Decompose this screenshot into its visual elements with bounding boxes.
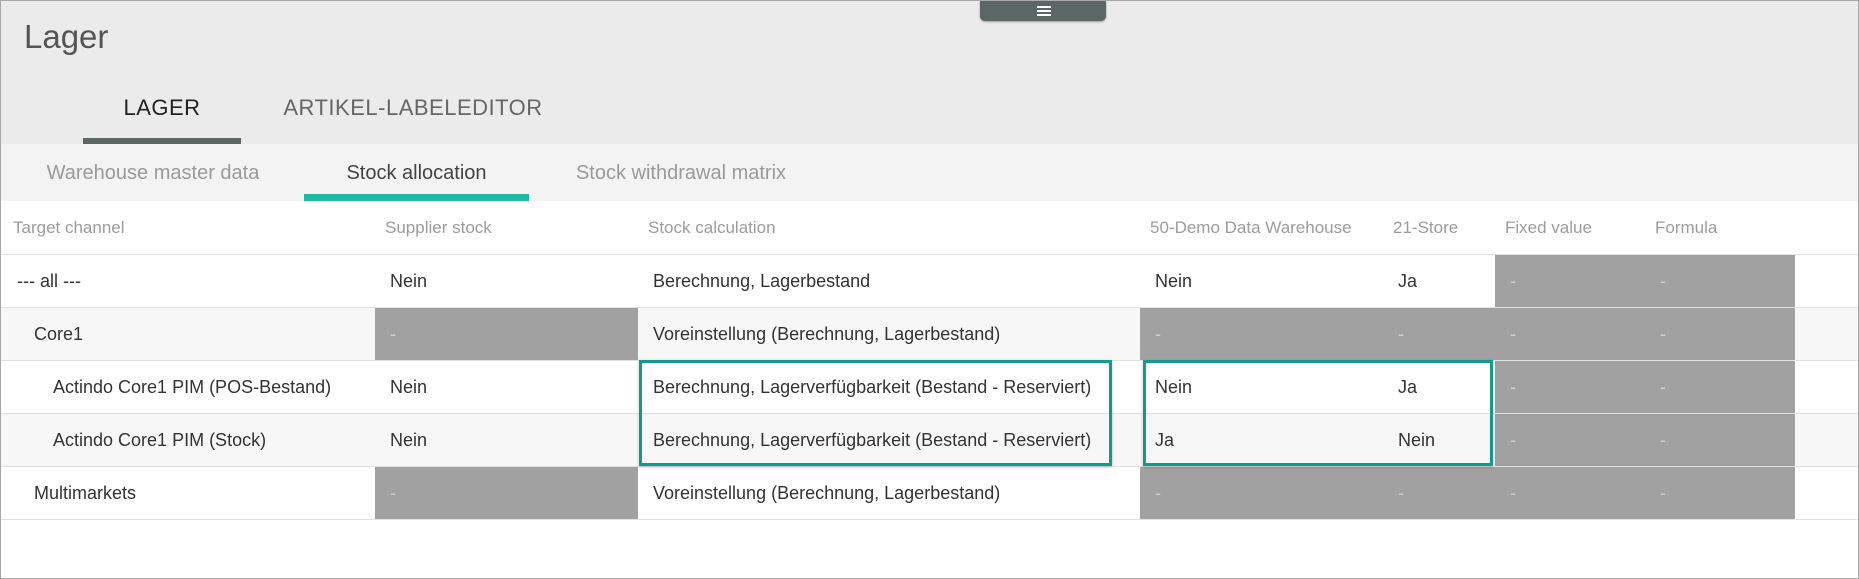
cell-demo-data-warehouse[interactable]: Ja <box>1140 414 1383 466</box>
column-header-fixed-value: Fixed value <box>1505 218 1592 237</box>
cell-target-channel: Actindo Core1 PIM (POS-Bestand) <box>53 377 332 397</box>
cell-demo-data-warehouse[interactable]: Nein <box>1140 361 1383 413</box>
tab-artikel-labeleditor[interactable]: ARTIKEL-LABELEDITOR <box>283 93 543 123</box>
cell-demo-data-warehouse: - <box>1140 308 1383 360</box>
tab-stock-allocation[interactable]: Stock allocation <box>304 161 529 185</box>
active-sub-tab-indicator <box>304 194 529 201</box>
page-title: Lager <box>24 18 109 55</box>
cell-stock-calculation[interactable]: Berechnung, Lagerverfügbarkeit (Bestand … <box>638 414 1140 466</box>
cell-formula: - <box>1645 255 1795 307</box>
cell-supplier-stock: - <box>375 308 638 360</box>
table-row[interactable]: Core1 - Voreinstellung (Berechnung, Lage… <box>1 308 1858 361</box>
cell-formula: - <box>1645 467 1795 519</box>
table-row[interactable]: Actindo Core1 PIM (POS-Bestand) Nein Ber… <box>1 361 1858 414</box>
tab-stock-withdrawal-matrix[interactable]: Stock withdrawal matrix <box>561 161 801 185</box>
stock-allocation-table: Target channel Supplier stock Stock calc… <box>1 201 1858 520</box>
cell-fixed-value: - <box>1495 414 1645 466</box>
cell-demo-data-warehouse[interactable]: Nein <box>1140 255 1383 307</box>
cell-fixed-value: - <box>1495 255 1645 307</box>
cell-supplier-stock[interactable]: Nein <box>375 361 638 413</box>
column-header-store: 21-Store <box>1393 218 1459 237</box>
cell-store: - <box>1383 308 1495 360</box>
cell-stock-calculation[interactable]: Berechnung, Lagerbestand <box>638 255 1140 307</box>
cell-supplier-stock[interactable]: Nein <box>375 414 638 466</box>
sub-tab-bar: Warehouse master data Stock allocation S… <box>1 144 1858 201</box>
cell-target-channel: Actindo Core1 PIM (Stock) <box>53 430 267 450</box>
column-header-formula: Formula <box>1655 218 1718 237</box>
cell-demo-data-warehouse: - <box>1140 467 1383 519</box>
page-header: Lager LAGER ARTIKEL-LABELEDITOR <box>1 1 1858 144</box>
cell-fixed-value: - <box>1495 361 1645 413</box>
app-frame: Lager LAGER ARTIKEL-LABELEDITOR Warehous… <box>0 0 1859 579</box>
cell-store[interactable]: Ja <box>1383 255 1495 307</box>
table-header: Target channel Supplier stock Stock calc… <box>1 201 1858 255</box>
cell-fixed-value: - <box>1495 308 1645 360</box>
cell-stock-calculation[interactable]: Berechnung, Lagerverfügbarkeit (Bestand … <box>638 361 1140 413</box>
cell-supplier-stock: - <box>375 467 638 519</box>
cell-formula: - <box>1645 308 1795 360</box>
hamburger-menu-icon[interactable] <box>980 1 1106 21</box>
column-header-target-channel: Target channel <box>13 218 125 237</box>
cell-supplier-stock[interactable]: Nein <box>375 255 638 307</box>
column-header-demo-data-warehouse: 50-Demo Data Warehouse <box>1150 218 1352 237</box>
cell-formula: - <box>1645 414 1795 466</box>
cell-fixed-value: - <box>1495 467 1645 519</box>
column-header-stock-calculation: Stock calculation <box>648 218 776 237</box>
cell-target-channel: Core1 <box>34 324 84 344</box>
column-header-supplier-stock: Supplier stock <box>385 218 492 237</box>
cell-store[interactable]: Nein <box>1383 414 1495 466</box>
tab-warehouse-master-data[interactable]: Warehouse master data <box>31 161 275 185</box>
cell-stock-calculation[interactable]: Voreinstellung (Berechnung, Lagerbestand… <box>638 308 1140 360</box>
table-row[interactable]: Actindo Core1 PIM (Stock) Nein Berechnun… <box>1 414 1858 467</box>
cell-target-channel: --- all --- <box>17 271 81 291</box>
table-row[interactable]: Multimarkets - Voreinstellung (Berechnun… <box>1 467 1858 520</box>
cell-formula: - <box>1645 361 1795 413</box>
cell-target-channel: Multimarkets <box>34 483 137 503</box>
cell-stock-calculation[interactable]: Voreinstellung (Berechnung, Lagerbestand… <box>638 467 1140 519</box>
cell-store: - <box>1383 467 1495 519</box>
cell-store[interactable]: Ja <box>1383 361 1495 413</box>
table-row[interactable]: --- all --- Nein Berechnung, Lagerbestan… <box>1 255 1858 308</box>
tab-lager[interactable]: LAGER <box>83 93 241 123</box>
